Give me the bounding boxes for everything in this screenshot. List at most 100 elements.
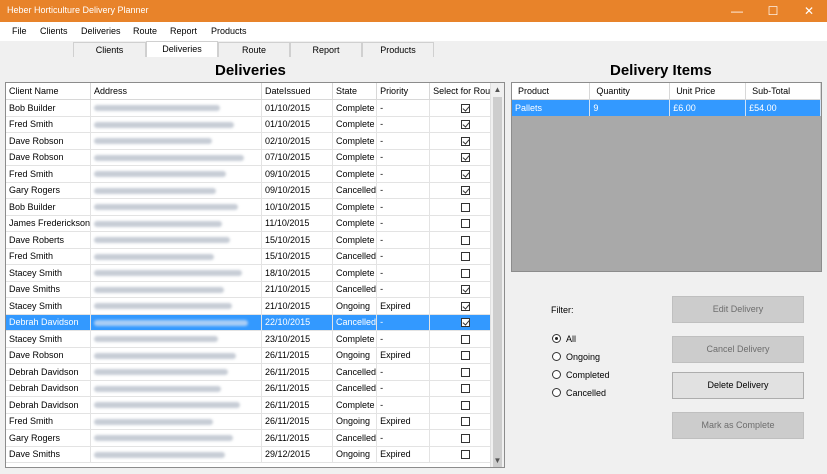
cell-state[interactable]: Cancelled [332,248,378,265]
col-date-issued[interactable]: DateIssued [261,83,334,100]
cell-address[interactable] [90,198,263,216]
cell-state[interactable]: Ongoing [332,297,378,315]
cell-select-for-route[interactable] [429,116,499,133]
cell-client-name[interactable]: Dave Robson [6,149,92,166]
cell-date-issued[interactable]: 07/10/2015 [261,149,334,166]
cell-select-for-route[interactable] [429,314,499,331]
mark-as-complete-button[interactable]: Mark as Complete [672,412,804,439]
tab-clients[interactable]: Clients [73,42,146,57]
cell-state[interactable]: Ongoing [332,413,378,430]
close-icon[interactable]: ✕ [791,0,827,22]
cell-select-for-route[interactable] [429,413,499,430]
cell-priority[interactable]: Expired [376,413,431,430]
cell-priority[interactable]: - [376,215,431,232]
table-row[interactable]: Dave Smiths 29/12/2015 Ongoing Expired [6,446,499,463]
table-row[interactable]: Dave Robson 07/10/2015 Complete - [6,149,499,166]
tab-route[interactable]: Route [218,42,290,57]
cell-priority[interactable]: - [376,182,431,199]
table-row[interactable]: Stacey Smith 23/10/2015 Complete - [6,330,499,348]
cell-select-for-route[interactable] [429,347,499,364]
table-row[interactable]: Dave Roberts 15/10/2015 Complete - [6,231,499,249]
col-select-for-route[interactable]: Select for Route [429,83,499,100]
cell-date-issued[interactable]: 09/10/2015 [261,182,334,199]
filter-cancelled-radio[interactable] [552,388,561,397]
cell-priority[interactable]: - [376,281,431,298]
cell-address[interactable] [90,330,263,348]
cell-address[interactable] [90,264,263,282]
table-row[interactable]: James Frederickson 11/10/2015 Complete - [6,215,499,232]
cell-address[interactable] [90,347,263,364]
cell-address[interactable] [90,132,263,150]
cell-select-for-route[interactable] [429,182,499,199]
tab-products[interactable]: Products [362,42,434,57]
checkbox-icon[interactable] [460,169,470,179]
cell-select-for-route[interactable] [429,99,499,117]
cell-address[interactable] [90,231,263,249]
cell-state[interactable]: Cancelled [332,380,378,397]
cell-select-for-route[interactable] [429,165,499,183]
cell-client-name[interactable]: Debrah Davidson [6,314,92,331]
delete-delivery-button[interactable]: Delete Delivery [672,372,804,399]
cell-address[interactable] [90,314,263,331]
cell-address[interactable] [90,248,263,265]
cell-client-name[interactable]: Dave Smiths [6,281,92,298]
cell-date-issued[interactable]: 26/11/2015 [261,396,334,414]
cell-select-for-route[interactable] [429,281,499,298]
cell-address[interactable] [90,149,263,166]
cell-date-issued[interactable]: 22/10/2015 [261,314,334,331]
cell-priority[interactable]: - [376,330,431,348]
cell-address[interactable] [90,363,263,381]
table-row[interactable]: Gary Rogers 26/11/2015 Cancelled - [6,429,499,447]
checkbox-icon[interactable] [460,120,470,130]
menu-file[interactable]: File [12,26,27,36]
cell-priority[interactable]: - [376,165,431,183]
col-quantity[interactable]: Quantity [589,83,671,100]
cell-select-for-route[interactable] [429,149,499,166]
cell-priority[interactable]: Expired [376,446,431,463]
cell-date-issued[interactable]: 02/10/2015 [261,132,334,150]
filter-ongoing-radio[interactable] [552,352,561,361]
cell-address[interactable] [90,413,263,430]
cell-date-issued[interactable]: 15/10/2015 [261,231,334,249]
cell-priority[interactable]: - [376,248,431,265]
cell-priority[interactable]: - [376,429,431,447]
cell-address[interactable] [90,396,263,414]
table-row[interactable]: Dave Robson 26/11/2015 Ongoing Expired [6,347,499,364]
cell-state[interactable]: Cancelled [332,429,378,447]
cell-state[interactable]: Ongoing [332,446,378,463]
filter-completed-label[interactable]: Completed [566,370,610,380]
cell-state[interactable]: Complete [332,132,378,150]
col-product[interactable]: Product [512,83,591,100]
cell-state[interactable]: Complete [332,165,378,183]
table-row[interactable]: Debrah Davidson 26/11/2015 Cancelled - [6,380,499,397]
cell-date-issued[interactable]: 01/10/2015 [261,99,334,117]
checkbox-icon[interactable] [460,252,470,262]
cancel-delivery-button[interactable]: Cancel Delivery [672,336,804,363]
scroll-thumb[interactable] [493,97,502,467]
cell-select-for-route[interactable] [429,198,499,216]
cell-date-issued[interactable]: 29/12/2015 [261,446,334,463]
cell-select-for-route[interactable] [429,248,499,265]
edit-delivery-button[interactable]: Edit Delivery [672,296,804,323]
cell-select-for-route[interactable] [429,446,499,463]
cell-state[interactable]: Complete [332,198,378,216]
cell-address[interactable] [90,99,263,117]
cell-client-name[interactable]: Dave Roberts [6,231,92,249]
cell-priority[interactable]: - [376,380,431,397]
table-row[interactable]: Fred Smith 26/11/2015 Ongoing Expired [6,413,499,430]
minimize-icon[interactable]: — [719,0,755,22]
cell-client-name[interactable]: Debrah Davidson [6,363,92,381]
cell-priority[interactable]: - [376,116,431,133]
checkbox-icon[interactable] [460,285,470,295]
cell-product[interactable]: Pallets [512,99,591,116]
cell-address[interactable] [90,380,263,397]
cell-select-for-route[interactable] [429,396,499,414]
table-row[interactable]: Gary Rogers 09/10/2015 Cancelled - [6,182,499,199]
col-client-name[interactable]: Client Name [6,83,92,100]
menu-route[interactable]: Route [133,26,157,36]
checkbox-icon[interactable] [460,235,470,245]
cell-client-name[interactable]: Fred Smith [6,165,92,183]
filter-ongoing-label[interactable]: Ongoing [566,352,600,362]
filter-cancelled-label[interactable]: Cancelled [566,388,606,398]
table-row[interactable]: Stacey Smith 21/10/2015 Ongoing Expired [6,297,499,315]
